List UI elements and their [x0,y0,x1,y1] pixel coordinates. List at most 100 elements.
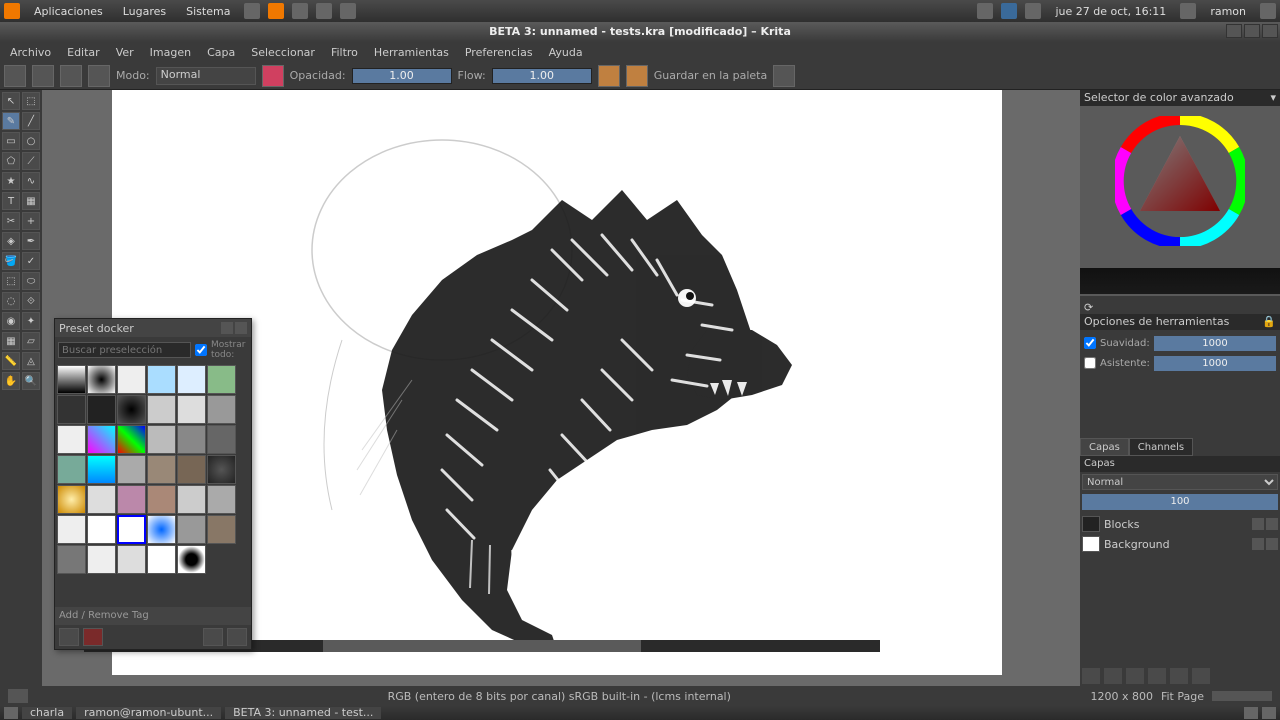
tab-channels[interactable]: Channels [1129,438,1193,456]
preset-item[interactable] [147,485,176,514]
select-ellipse-tool[interactable]: ⬭ [22,272,40,290]
menu-ver[interactable]: Ver [110,46,140,59]
select-contiguous-tool[interactable]: ✦ [22,312,40,330]
power-icon[interactable] [1260,3,1276,19]
preset-collapse-button[interactable] [203,628,223,646]
zoom-tool[interactable]: 🔍 [22,372,40,390]
calligraphy-tool[interactable]: ✒ [22,232,40,250]
polygon-tool[interactable]: ⬠ [2,152,20,170]
delete-layer-button[interactable] [1192,668,1210,684]
preset-item[interactable] [147,395,176,424]
rect-tool[interactable]: ▭ [2,132,20,150]
brush-tool[interactable]: ✎ [2,112,20,130]
docker-titlebar[interactable]: Preset docker [55,319,251,337]
select-outline-tool[interactable]: ◌ [2,292,20,310]
app-icon-4[interactable] [316,3,332,19]
preset-item[interactable] [177,455,206,484]
line-tool[interactable]: ╱ [22,112,40,130]
transform-tool[interactable]: ⬚ [22,92,40,110]
preset-item[interactable] [117,515,146,544]
preset-item[interactable] [147,455,176,484]
tag-row[interactable]: Add / Remove Tag [55,607,251,625]
preset-item[interactable] [147,425,176,454]
grid-tool[interactable]: ▦ [2,332,20,350]
app-icon-5[interactable] [340,3,356,19]
ellipse-tool[interactable]: ○ [22,132,40,150]
ubuntu-logo-icon[interactable] [4,3,20,19]
measure-tool[interactable]: 📏 [2,352,20,370]
path-tool[interactable]: ∿ [22,172,40,190]
flow-slider[interactable]: 1.00 [492,68,592,84]
lock-layer-icon[interactable] [1266,538,1278,550]
menu-filtro[interactable]: Filtro [325,46,364,59]
preset-item[interactable] [117,395,146,424]
color-history-bar[interactable] [1080,268,1280,294]
polyline-tool[interactable]: ⟋ [22,152,40,170]
brush-settings-icon[interactable] [88,65,110,87]
preset-item[interactable] [87,455,116,484]
preset-item[interactable] [117,425,146,454]
tray-icon-2[interactable] [1001,3,1017,19]
preset-item[interactable] [147,365,176,394]
panel-collapse-icon[interactable]: ▾ [1270,90,1276,106]
assistant-tool[interactable]: ◬ [22,352,40,370]
preset-item[interactable] [87,425,116,454]
lock-icon[interactable]: 🔒 [1262,315,1276,328]
preset-item[interactable] [177,365,206,394]
menu-editar[interactable]: Editar [61,46,106,59]
selection-mode-icon[interactable] [8,689,28,703]
picker-tool[interactable]: ✓ [22,252,40,270]
preset-item[interactable] [177,545,206,574]
menu-preferencias[interactable]: Preferencias [459,46,539,59]
layer-item-background[interactable]: Background [1082,534,1278,554]
add-layer-button[interactable] [1082,668,1100,684]
preset-item[interactable] [207,365,236,394]
preset-item[interactable] [207,515,236,544]
gradient-icon[interactable] [4,65,26,87]
perspective-tool[interactable]: ▱ [22,332,40,350]
preset-item[interactable] [57,455,86,484]
task-krita[interactable]: BETA 3: unnamed - test... [225,707,381,719]
move-up-button[interactable] [1148,668,1166,684]
mirror-v-icon[interactable] [626,65,648,87]
preset-docker[interactable]: Preset docker Mostrar todo: [54,318,252,650]
preset-item[interactable] [87,545,116,574]
text-tool[interactable]: T [2,192,20,210]
preset-save-button[interactable] [59,628,79,646]
layer-item-blocks[interactable]: Blocks [1082,514,1278,534]
preset-item[interactable] [57,545,86,574]
suavidad-slider[interactable]: 1000 [1154,336,1276,351]
sys-user[interactable]: ramon [1204,5,1252,18]
tab-capas[interactable]: Capas [1080,438,1129,456]
select-path-tool[interactable]: ⟐ [22,292,40,310]
close-button[interactable] [1262,24,1278,38]
preset-item[interactable] [177,485,206,514]
scrollbar-thumb[interactable] [323,640,641,652]
minimize-button[interactable] [1226,24,1242,38]
sys-apps[interactable]: Aplicaciones [28,5,109,18]
star-tool[interactable]: ★ [2,172,20,190]
preset-item[interactable] [87,485,116,514]
menu-capa[interactable]: Capa [201,46,241,59]
workspace-switcher-icon[interactable] [1244,707,1258,719]
asistente-checkbox[interactable] [1084,357,1096,369]
show-all-checkbox[interactable] [195,342,207,358]
sys-clock[interactable]: jue 27 de oct, 16:11 [1049,5,1172,18]
move-tool[interactable]: ↖ [2,92,20,110]
guardar-label[interactable]: Guardar en la paleta [654,69,767,82]
select-rect-tool[interactable]: ⬚ [2,272,20,290]
preset-item[interactable] [177,515,206,544]
user-icon[interactable] [1180,3,1196,19]
menu-ayuda[interactable]: Ayuda [543,46,589,59]
menu-herramientas[interactable]: Herramientas [368,46,455,59]
trash-icon[interactable] [1262,707,1276,719]
task-charla[interactable]: charla [22,707,72,719]
crop-tool[interactable]: ✂ [2,212,20,230]
window-titlebar[interactable]: BETA 3: unnamed - tests.kra [modificado]… [0,22,1280,42]
preset-expand-button[interactable] [227,628,247,646]
pan-tool[interactable]: ✋ [2,372,20,390]
app-icon-1[interactable] [244,3,260,19]
preset-item[interactable] [117,485,146,514]
preset-item[interactable] [57,425,86,454]
zoom-slider[interactable] [1212,691,1272,701]
